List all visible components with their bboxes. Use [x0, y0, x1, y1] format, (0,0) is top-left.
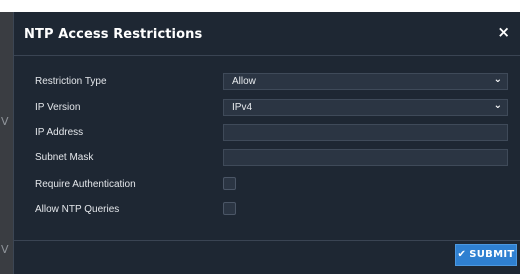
modal-header: NTP Access Restrictions × — [14, 12, 520, 56]
modal-title: NTP Access Restrictions — [24, 27, 203, 42]
check-icon: ✔ — [457, 249, 467, 260]
close-icon[interactable]: × — [497, 25, 510, 40]
subnet-mask-label: Subnet Mask — [35, 152, 94, 163]
background-edge-text: V — [1, 115, 9, 128]
allow-ntp-queries-label: Allow NTP Queries — [35, 204, 120, 215]
require-authentication-label: Require Authentication — [35, 179, 136, 190]
restriction-type-label: Restriction Type — [35, 76, 107, 87]
ip-address-label: IP Address — [35, 127, 84, 138]
chevron-down-icon: ⌄ — [493, 100, 502, 111]
require-authentication-row: Require Authentication — [14, 176, 520, 196]
subnet-mask-row: Subnet Mask — [14, 149, 520, 169]
background-edge-text: V — [1, 243, 9, 256]
ip-address-row: IP Address — [14, 124, 520, 144]
restriction-type-row: Restriction Type Allow ⌄ — [14, 73, 520, 93]
ip-version-row: IP Version IPv4 ⌄ — [14, 99, 520, 119]
submit-label: SUBMIT — [469, 249, 515, 260]
ntp-access-restrictions-modal: NTP Access Restrictions × Restriction Ty… — [13, 12, 520, 274]
submit-button[interactable]: ✔ SUBMIT — [455, 244, 517, 266]
page-top-strip — [0, 0, 520, 12]
allow-ntp-queries-row: Allow NTP Queries — [14, 201, 520, 221]
ip-version-value: IPv4 — [232, 102, 253, 113]
subnet-mask-input[interactable] — [223, 149, 508, 166]
require-authentication-checkbox[interactable] — [223, 177, 236, 190]
ip-version-label: IP Version — [35, 102, 81, 113]
restriction-type-value: Allow — [232, 76, 256, 87]
allow-ntp-queries-checkbox[interactable] — [223, 202, 236, 215]
restriction-type-select[interactable]: Allow ⌄ — [223, 73, 508, 90]
modal-footer: ✔ SUBMIT — [14, 240, 520, 274]
ip-version-select[interactable]: IPv4 ⌄ — [223, 99, 508, 116]
ip-address-input[interactable] — [223, 124, 508, 141]
chevron-down-icon: ⌄ — [493, 74, 502, 85]
